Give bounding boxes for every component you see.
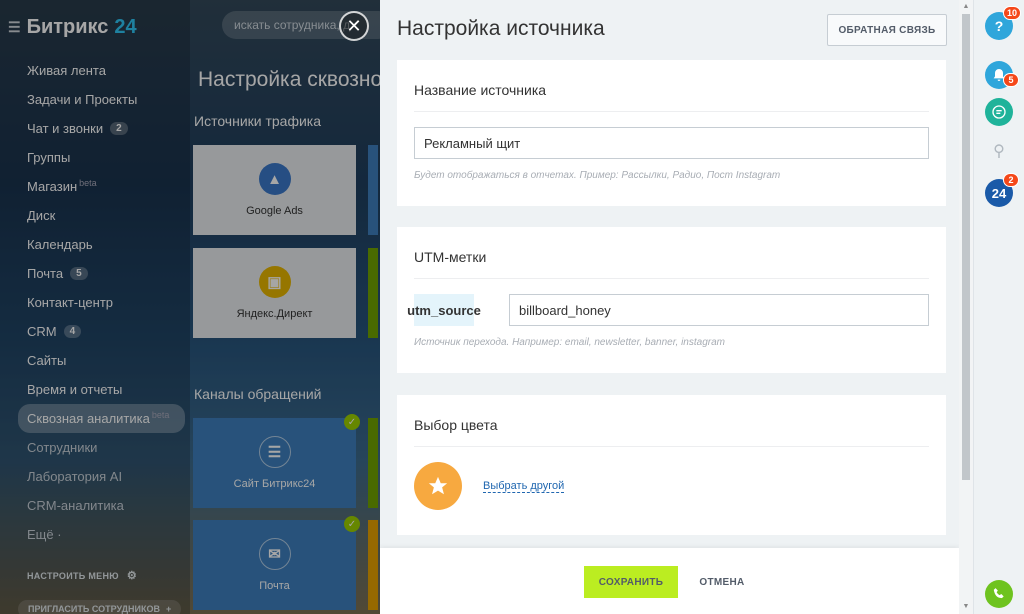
utm-source-label: utm_source — [407, 294, 481, 326]
utm-source-value: billboard_honey — [519, 302, 611, 318]
scroll-thumb[interactable] — [962, 14, 970, 480]
notifications-button[interactable]: 5 — [985, 61, 1019, 89]
slider-footer: СОХРАНИТЬ ОТМЕНА — [380, 548, 959, 614]
call-button[interactable] — [985, 580, 1013, 608]
source-name-input[interactable]: Рекламный щит — [414, 127, 929, 159]
help-icon: ? — [994, 18, 1004, 34]
b24-badge: 2 — [1003, 173, 1019, 187]
card-heading: Название источника — [414, 82, 547, 98]
color-card: Выбор цвета Выбрать другой — [397, 395, 946, 535]
scroll-down-icon[interactable]: ▼ — [961, 602, 971, 612]
scroll-up-icon[interactable]: ▲ — [961, 2, 971, 12]
slider-title: Настройка источника — [397, 17, 605, 40]
close-slider-button[interactable]: ✕ — [339, 11, 369, 41]
divider — [414, 278, 929, 279]
b24-label: 24 — [991, 185, 1007, 201]
notifications-badge: 5 — [1003, 73, 1019, 87]
cancel-button[interactable]: ОТМЕНА — [690, 566, 754, 598]
card-heading: Выбор цвета — [414, 417, 498, 433]
source-name-value: Рекламный щит — [424, 135, 521, 151]
help-badge: 10 — [1003, 6, 1022, 20]
search-icon: ⚲ — [993, 143, 1005, 160]
scrollbar[interactable]: ▲ ▼ — [959, 0, 973, 614]
utm-card: UTM-метки utm_source billboard_honey Ист… — [397, 227, 946, 373]
source-settings-slider: Настройка источника ОБРАТНАЯ СВЯЗЬ Назва… — [380, 0, 973, 614]
phone-icon — [993, 588, 1004, 599]
chats-button[interactable] — [985, 98, 1013, 126]
divider — [414, 446, 929, 447]
star-icon — [428, 476, 448, 495]
modal-overlay[interactable] — [0, 0, 380, 614]
search-button[interactable]: ⚲ — [985, 137, 1013, 165]
help-button[interactable]: ? 10 — [985, 6, 1022, 40]
card-heading: UTM-метки — [414, 249, 487, 265]
divider — [414, 111, 929, 112]
utm-hint: Источник перехода. Например: email, news… — [414, 337, 725, 348]
close-icon: ✕ — [346, 15, 362, 36]
bitrix24-button[interactable]: 24 2 — [985, 173, 1019, 207]
feedback-button[interactable]: ОБРАТНАЯ СВЯЗЬ — [827, 14, 947, 46]
color-preview[interactable] — [414, 462, 462, 510]
utm-source-input[interactable]: billboard_honey — [509, 294, 929, 326]
source-name-card: Название источника Рекламный щит Будет о… — [397, 60, 946, 206]
chat-icon — [992, 105, 1006, 119]
right-toolbar: ? 10 5 ⚲ 24 2 — [973, 0, 1024, 614]
source-name-hint: Будет отображаться в отчетах. Пример: Ра… — [414, 170, 781, 181]
choose-color-link[interactable]: Выбрать другой — [483, 480, 565, 493]
save-button[interactable]: СОХРАНИТЬ — [584, 566, 678, 598]
